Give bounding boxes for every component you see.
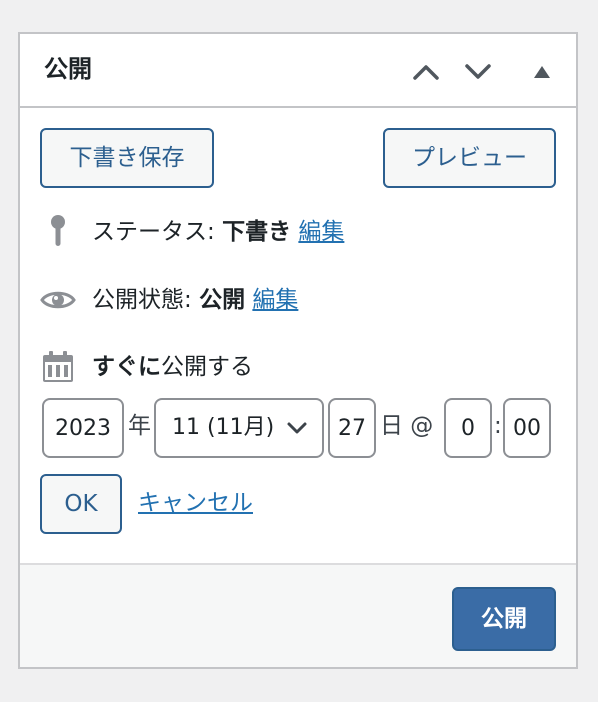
status-value: 下書き	[222, 219, 292, 245]
visibility-value: 公開	[199, 287, 246, 313]
visibility-row: 公開状態: 公開 編集	[40, 280, 298, 320]
edit-visibility-link[interactable]: 編集	[252, 287, 298, 313]
schedule-value: すぐに	[92, 354, 161, 380]
move-down-button[interactable]	[458, 52, 498, 92]
year-input[interactable]	[42, 398, 124, 458]
edit-status-link[interactable]: 編集	[298, 219, 344, 245]
panel-header: 公開	[20, 34, 576, 108]
pin-icon	[40, 214, 76, 250]
chevron-down-icon	[287, 422, 307, 434]
visibility-label: 公開状態:	[92, 287, 192, 313]
status-row: ステータス: 下書き 編集	[40, 212, 344, 252]
schedule-label: 公開する	[161, 354, 253, 380]
month-value: 11 (11月)	[172, 415, 275, 440]
ok-button[interactable]: OK	[40, 474, 122, 534]
status-label: ステータス:	[92, 219, 215, 245]
schedule-row: すぐに公開する	[40, 347, 253, 387]
day-input[interactable]	[328, 398, 376, 458]
publish-panel: 公開 下書き保存 プレビュー ステータス: 下書き 編集 公開状態: 公開 編集…	[18, 32, 578, 669]
minute-input[interactable]	[503, 398, 551, 458]
day-suffix: 日 @	[380, 413, 434, 439]
triangle-up-icon	[534, 66, 550, 78]
preview-button[interactable]: プレビュー	[383, 128, 556, 188]
cancel-link[interactable]: キャンセル	[138, 487, 253, 519]
move-up-button[interactable]	[406, 52, 446, 92]
toggle-panel-button[interactable]	[522, 52, 562, 92]
panel-title: 公開	[44, 55, 92, 83]
save-draft-button[interactable]: 下書き保存	[40, 128, 214, 188]
month-select[interactable]: 11 (11月)	[154, 398, 324, 458]
publish-button[interactable]: 公開	[452, 587, 556, 651]
eye-icon	[40, 282, 76, 318]
time-separator: :	[494, 413, 502, 439]
hour-input[interactable]	[444, 398, 492, 458]
year-suffix: 年	[128, 413, 151, 439]
calendar-icon	[40, 349, 76, 385]
chevron-down-icon	[465, 64, 491, 79]
panel-footer: 公開	[20, 563, 576, 667]
chevron-up-icon	[413, 65, 439, 80]
